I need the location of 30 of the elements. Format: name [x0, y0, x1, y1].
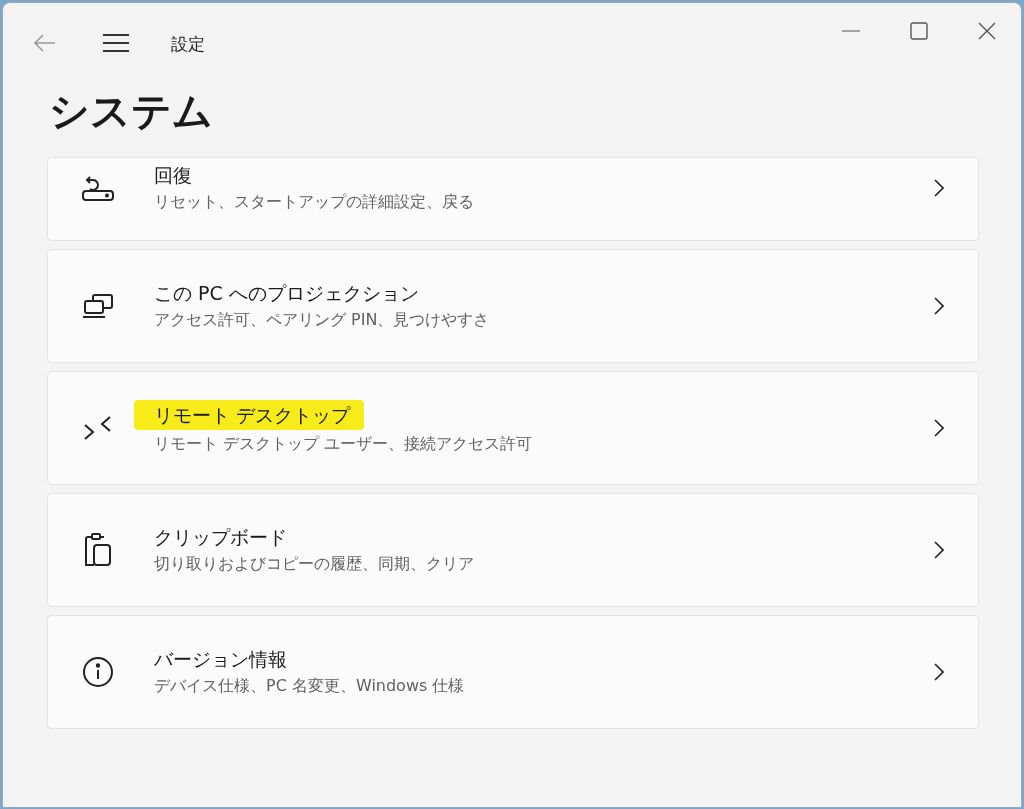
screens-icon	[81, 292, 115, 320]
item-description: リモート デスクトップ ユーザー、接続アクセス許可	[154, 433, 533, 455]
settings-item[interactable]: クリップボード 切り取りおよびコピーの履歴、同期、クリア	[47, 493, 979, 607]
chevron-icon	[934, 179, 944, 197]
minimize-icon	[842, 30, 860, 32]
chevron-icon	[934, 541, 944, 559]
chevron-icon	[934, 419, 944, 437]
maximize-icon	[910, 22, 928, 40]
info-icon	[82, 656, 114, 688]
chevron-icon	[934, 297, 944, 315]
recovery-icon	[81, 173, 115, 203]
settings-item[interactable]: リモート デスクトップ リモート デスクトップ ユーザー、接続アクセス許可	[47, 371, 979, 485]
item-title: この PC へのプロジェクション	[154, 281, 419, 306]
item-title: 回復	[154, 163, 192, 188]
item-title: バージョン情報	[154, 647, 287, 672]
item-description: リセット、スタートアップの詳細設定、戻る	[154, 191, 474, 213]
app-title: 設定	[171, 32, 205, 56]
item-description: デバイス仕様、PC 名変更、Windows 仕様	[154, 675, 465, 697]
settings-item[interactable]: バージョン情報 デバイス仕様、PC 名変更、Windows 仕様	[47, 615, 979, 729]
chevrons-icon	[83, 415, 113, 441]
page-title: システム	[49, 87, 214, 136]
settings-item[interactable]: この PC へのプロジェクション アクセス許可、ペアリング PIN、見つけやすさ	[47, 249, 979, 363]
chevron-icon	[934, 663, 944, 681]
settings-item[interactable]: 回復 リセット、スタートアップの詳細設定、戻る	[47, 157, 979, 241]
item-title: リモート デスクトップ	[134, 400, 365, 430]
item-description: アクセス許可、ペアリング PIN、見つけやすさ	[154, 309, 490, 331]
clipboard-icon	[83, 532, 113, 568]
item-title: クリップボード	[154, 525, 287, 550]
item-description: 切り取りおよびコピーの履歴、同期、クリア	[154, 553, 474, 575]
close-icon	[978, 22, 996, 40]
